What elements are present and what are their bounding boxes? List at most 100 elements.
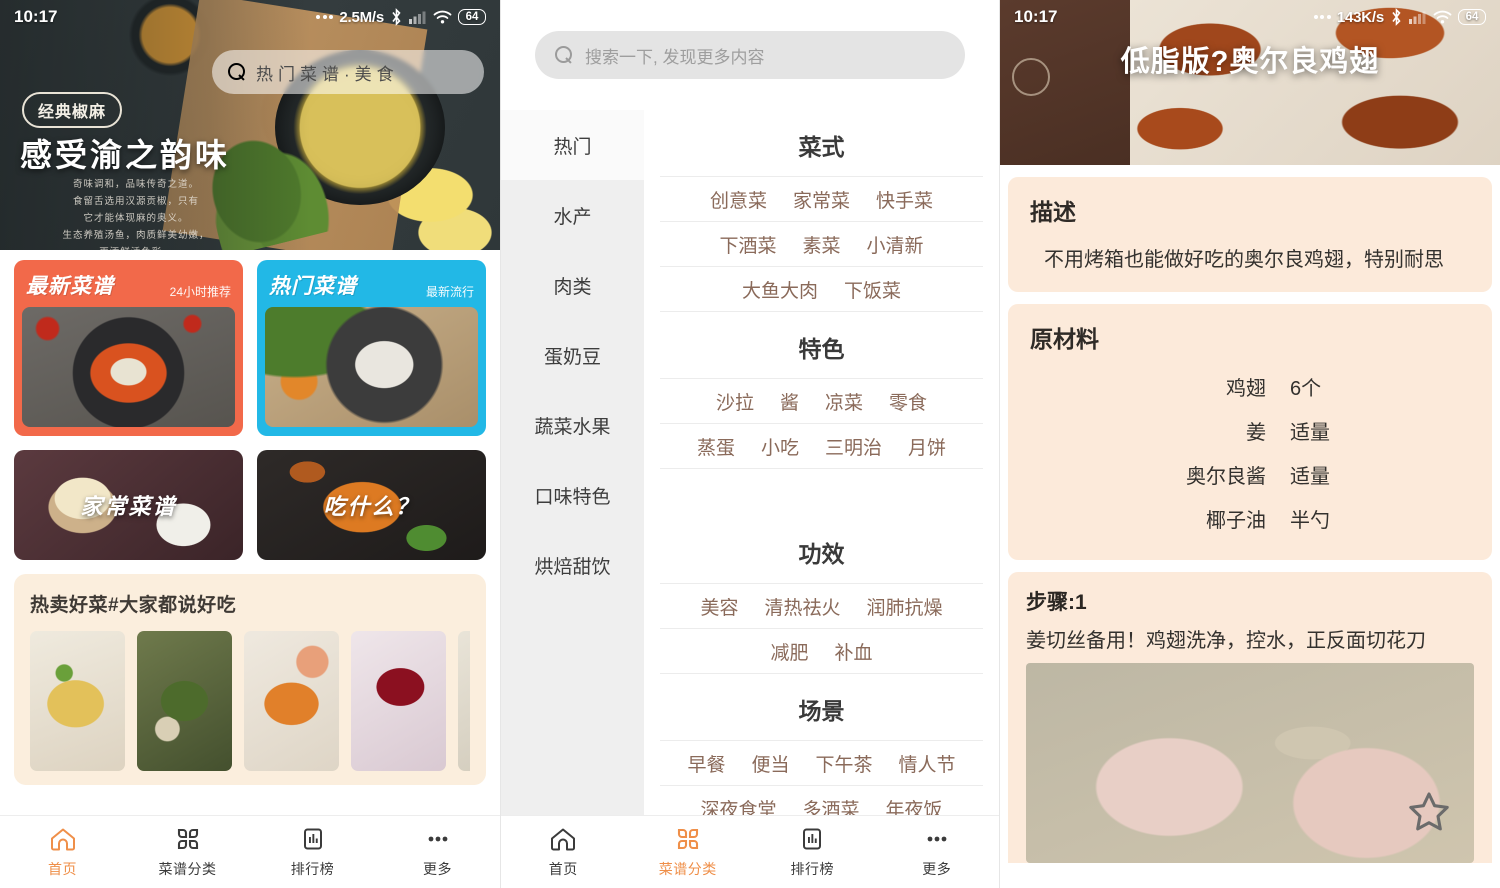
ingredient-name: 鸡翅 — [1226, 377, 1266, 400]
tag-item[interactable]: 多酒菜 — [802, 795, 859, 816]
step-card: 步骤:1 姜切丝备用！鸡翅洗净，控水，正反面切花刀 — [1008, 572, 1492, 863]
tag-item[interactable]: 情人节 — [899, 750, 956, 777]
tag-item[interactable]: 大鱼大肉 — [742, 276, 818, 303]
ingredient-amount: 适量 — [1290, 465, 1330, 488]
hero-banner[interactable]: 经典椒麻 感受渝之韵味 奇味调和，品味传奇之道。 食留舌选用汉源贡椒，只有 它才… — [0, 0, 500, 250]
tag-list: 美容 清热祛火 润肺抗燥 减肥 补血 — [660, 583, 983, 674]
tag-item[interactable]: 下饭菜 — [844, 276, 901, 303]
tag-row: 大鱼大肉 下饭菜 — [660, 267, 983, 312]
category-search-bar[interactable]: 搜索一下, 发现更多内容 — [535, 31, 965, 79]
tag-item[interactable]: 创意菜 — [710, 186, 767, 213]
card-home-cooking[interactable]: 家常菜谱 — [14, 450, 243, 560]
card-what-to-eat[interactable]: 吃什么？ — [257, 450, 486, 560]
ingredients-table: 鸡翅 6个 姜 适量 奥尔良酱 适量 椰子油 半勺 — [1030, 364, 1470, 540]
status-time: 10:17 — [1014, 7, 1058, 26]
tag-item[interactable]: 早餐 — [687, 750, 725, 777]
sidebar-item-hot[interactable]: 热门 — [501, 110, 644, 180]
tag-item[interactable]: 零食 — [889, 388, 927, 415]
tag-item[interactable]: 小吃 — [761, 433, 799, 460]
tag-item[interactable]: 深夜食堂 — [700, 795, 776, 816]
tab-ranking[interactable]: 排行榜 — [750, 816, 875, 888]
bottom-tab-bar-home: 首页 菜谱分类 排行榜 更多 — [0, 815, 500, 888]
tag-item[interactable]: 家常菜 — [793, 186, 850, 213]
tag-item[interactable]: 下午茶 — [816, 750, 873, 777]
hot-sale-section: 热卖好菜#大家都说好吃 — [14, 574, 486, 785]
small-card-row: 家常菜谱 吃什么？ — [14, 450, 486, 560]
signal-dots-icon — [1313, 15, 1331, 19]
tag-item[interactable]: 酱 — [780, 388, 799, 415]
hero-tag-badge: 经典椒麻 — [22, 92, 123, 128]
tag-item[interactable]: 便当 — [751, 750, 789, 777]
cellular-signal-icon — [1409, 11, 1426, 24]
tab-more[interactable]: 更多 — [375, 816, 500, 888]
group-title: 功效 — [798, 541, 845, 567]
sidebar-item-baking-drinks[interactable]: 烘焙甜饮 — [501, 530, 644, 600]
tag-item[interactable]: 素菜 — [802, 231, 840, 258]
tag-item[interactable]: 小清新 — [867, 231, 924, 258]
tag-item[interactable]: 年夜饭 — [886, 795, 943, 816]
tag-row: 早餐 便当 下午茶 情人节 — [660, 741, 983, 786]
card-title: 热门菜谱 — [269, 275, 357, 298]
group-title: 特色 — [798, 336, 845, 362]
search-icon — [228, 63, 246, 81]
tab-more[interactable]: 更多 — [875, 816, 1000, 888]
wifi-icon — [1433, 10, 1452, 23]
thumbnail-item[interactable] — [30, 631, 125, 771]
tag-item[interactable]: 蒸蛋 — [697, 433, 735, 460]
sidebar-item-egg-dairy-bean[interactable]: 蛋奶豆 — [501, 320, 644, 390]
ingredients-section: 原材料 鸡翅 6个 姜 适量 奥尔良酱 适量 椰子油 半勺 — [1000, 304, 1500, 560]
tag-item[interactable]: 润肺抗燥 — [867, 593, 943, 620]
thumbnail-item[interactable] — [137, 631, 232, 771]
tab-recipe-categories[interactable]: 菜谱分类 — [626, 816, 751, 888]
tag-row: 减肥 补血 — [660, 629, 983, 674]
card-latest-recipes[interactable]: 最新菜谱 24小时推荐 — [14, 260, 243, 436]
hot-sale-thumbnail-strip[interactable] — [30, 631, 470, 771]
status-time: 10:17 — [14, 7, 58, 26]
chart-icon — [303, 828, 322, 849]
tag-item[interactable]: 减肥 — [770, 638, 808, 665]
tab-label: 首页 — [548, 860, 578, 877]
card-popular-recipes[interactable]: 热门菜谱 最新流行 — [257, 260, 486, 436]
sidebar-item-vegetable-fruit[interactable]: 蔬菜水果 — [501, 390, 644, 460]
star-icon[interactable] — [1406, 789, 1452, 835]
card-label: 家常菜谱 — [80, 494, 177, 519]
home-search-bar[interactable]: 热门菜谱·美食 — [212, 50, 484, 94]
category-sidebar[interactable]: 热门 水产 肉类 蛋奶豆 蔬菜水果 口味特色 烘焙甜饮 — [501, 110, 644, 815]
tag-item[interactable]: 沙拉 — [716, 388, 754, 415]
tab-home[interactable]: 首页 — [501, 816, 626, 888]
category-search-area: 搜索一下, 发现更多内容 — [501, 0, 999, 110]
sidebar-item-seafood[interactable]: 水产 — [501, 180, 644, 250]
tag-item[interactable]: 凉菜 — [825, 388, 863, 415]
thumbnail-item[interactable] — [351, 631, 446, 771]
tab-home[interactable]: 首页 — [0, 816, 125, 888]
tag-item[interactable]: 下酒菜 — [719, 231, 776, 258]
ingredient-name: 姜 — [1246, 421, 1266, 444]
description-text: 不用烤箱也能做好吃的奥尔良鸡翅，特别耐思 — [1044, 249, 1444, 271]
grid-icon — [677, 828, 698, 849]
status-icons: 2.5M/s 64 — [316, 8, 486, 26]
tab-recipe-categories[interactable]: 菜谱分类 — [125, 816, 250, 888]
card-image-hotpot — [22, 307, 235, 427]
tab-label: 排行榜 — [290, 860, 335, 877]
tag-row: 蒸蛋 小吃 三明治 月饼 — [660, 424, 983, 469]
description-heading: 描述 — [1030, 199, 1076, 225]
sidebar-item-label: 烘焙甜饮 — [534, 556, 611, 578]
tag-item[interactable]: 月饼 — [908, 433, 946, 460]
tab-label: 排行榜 — [790, 860, 834, 877]
home-icon — [50, 828, 75, 850]
tag-item[interactable]: 快手菜 — [876, 186, 933, 213]
status-bar-home: 10:17 2.5M/s 64 — [0, 0, 500, 34]
tag-item[interactable]: 补血 — [835, 638, 873, 665]
ingredients-heading: 原材料 — [1030, 326, 1099, 352]
thumbnail-item[interactable] — [458, 631, 470, 771]
tag-item[interactable]: 清热祛火 — [764, 593, 840, 620]
sidebar-item-meat[interactable]: 肉类 — [501, 250, 644, 320]
tag-item[interactable]: 美容 — [700, 593, 738, 620]
bluetooth-icon — [392, 8, 401, 26]
three-screen-comparison: 10:17 2.5M/s 64 经典椒麻 感受渝之韵味 奇味调和，品味传奇之道。… — [0, 0, 1500, 888]
thumbnail-item[interactable] — [244, 631, 339, 771]
sidebar-item-flavor[interactable]: 口味特色 — [501, 460, 644, 530]
tab-ranking[interactable]: 排行榜 — [250, 816, 375, 888]
tag-item[interactable]: 三明治 — [825, 433, 882, 460]
